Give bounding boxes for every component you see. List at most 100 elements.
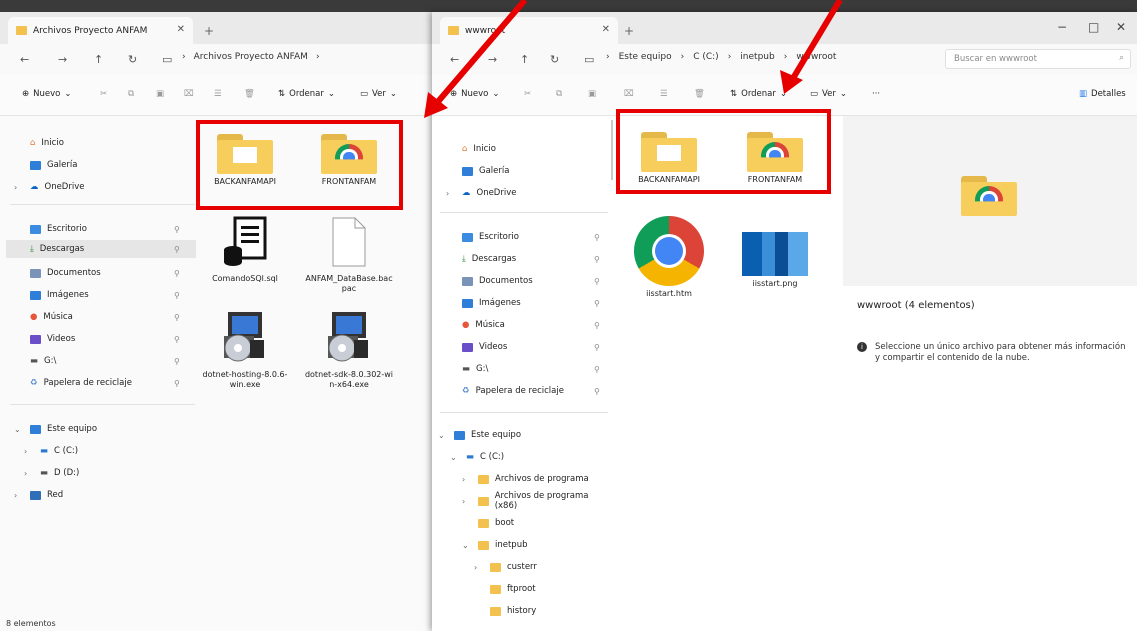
- more-options-button[interactable]: ···: [872, 89, 880, 99]
- nav-item-network[interactable]: › Red: [14, 488, 63, 502]
- new-button[interactable]: ⊕ Nuevo ⌄: [22, 89, 71, 99]
- delete-icon[interactable]: 🗑: [694, 89, 705, 99]
- close-tab-icon[interactable]: ✕: [177, 24, 185, 35]
- nav-item-gallery[interactable]: Galería: [446, 164, 509, 178]
- pin-icon[interactable]: ⚲: [594, 365, 600, 374]
- nav-item-boot[interactable]: boot: [462, 516, 514, 530]
- file-item-comandosql[interactable]: ComandoSQl.sql: [200, 216, 290, 284]
- nav-item-images[interactable]: Imágenes ⚲: [14, 288, 180, 302]
- nav-item-custerr[interactable]: › custerr: [474, 560, 537, 574]
- nav-item-c-drive[interactable]: › ▬ C (C:): [24, 444, 78, 458]
- nav-item-this-pc[interactable]: ⌄ Este equipo: [438, 428, 521, 442]
- sort-button[interactable]: ⇅ Ordenar ⌄: [278, 89, 335, 99]
- pin-icon[interactable]: ⚲: [594, 277, 600, 286]
- breadcrumb[interactable]: › Archivos Proyecto ANFAM ›: [182, 52, 320, 62]
- chevron-right-icon[interactable]: ›: [462, 497, 472, 506]
- file-item-dotnet-sdk[interactable]: dotnet-sdk-8.0.302-win-x64.exe: [304, 310, 394, 390]
- nav-item-program-files-x86[interactable]: › Archivos de programa (x86): [462, 491, 612, 511]
- chevron-right-icon[interactable]: ›: [474, 563, 484, 572]
- nav-item-downloads[interactable]: ⤓ Descargas ⚲: [6, 240, 196, 258]
- nav-item-images[interactable]: Imágenes ⚲: [446, 296, 600, 310]
- chevron-right-icon[interactable]: ›: [14, 183, 24, 192]
- pin-icon[interactable]: ⚲: [174, 313, 180, 322]
- chevron-down-icon[interactable]: ⌄: [450, 453, 460, 462]
- breadcrumb[interactable]: › Este equipo › C (C:) › inetpub › wwwro…: [606, 52, 836, 62]
- nav-item-documents[interactable]: Documentos ⚲: [446, 274, 600, 288]
- file-item-bacpac[interactable]: ANFAM_DataBase.bacpac: [304, 216, 394, 294]
- cut-icon[interactable]: ✂: [524, 89, 531, 99]
- share-icon[interactable]: ☰: [660, 89, 668, 99]
- nav-item-program-files[interactable]: › Archivos de programa: [462, 472, 589, 486]
- pin-icon[interactable]: ⚲: [594, 255, 600, 264]
- up-icon[interactable]: ↑: [94, 53, 103, 66]
- nav-item-gallery[interactable]: Galería: [14, 158, 77, 172]
- back-icon[interactable]: ←: [450, 53, 459, 66]
- nav-item-this-pc[interactable]: ⌄ Este equipo: [14, 422, 97, 436]
- pane-scrollbar[interactable]: [611, 120, 613, 180]
- paste-icon[interactable]: ▣: [588, 89, 596, 99]
- maximize-icon[interactable]: □: [1088, 20, 1099, 34]
- nav-item-recycle-bin[interactable]: ♻ Papelera de reciclaje ⚲: [446, 384, 600, 398]
- nav-item-g-drive[interactable]: ▬ G:\ ⚲: [14, 354, 180, 368]
- chevron-right-icon[interactable]: ›: [24, 447, 34, 456]
- pin-icon[interactable]: ⚲: [174, 225, 180, 234]
- view-button[interactable]: ▭ Ver ⌄: [360, 89, 397, 99]
- new-tab-icon[interactable]: +: [624, 24, 634, 38]
- pin-icon[interactable]: ⚲: [174, 269, 180, 278]
- chevron-right-icon[interactable]: ›: [24, 469, 34, 478]
- back-icon[interactable]: ←: [20, 53, 29, 66]
- pin-icon[interactable]: ⚲: [174, 379, 180, 388]
- nav-item-music[interactable]: ● Música ⚲: [446, 318, 600, 332]
- tab-wwwroot[interactable]: wwwroot ✕: [440, 17, 618, 44]
- chevron-right-icon[interactable]: ›: [14, 491, 24, 500]
- share-icon[interactable]: ☰: [214, 89, 222, 99]
- up-icon[interactable]: ↑: [520, 53, 529, 66]
- chevron-down-icon[interactable]: ⌄: [14, 425, 24, 434]
- nav-item-home[interactable]: ⌂ Inicio: [14, 136, 64, 150]
- nav-item-home[interactable]: ⌂ Inicio: [446, 142, 496, 156]
- pin-icon[interactable]: ⚲: [594, 343, 600, 352]
- nav-item-ftproot[interactable]: ftproot: [474, 582, 536, 596]
- copy-icon[interactable]: ⧉: [128, 89, 134, 99]
- rename-icon[interactable]: ⌧: [184, 89, 194, 99]
- nav-item-recycle-bin[interactable]: ♻ Papelera de reciclaje ⚲: [14, 376, 180, 390]
- sort-button[interactable]: ⇅ Ordenar ⌄: [730, 89, 787, 99]
- nav-item-onedrive[interactable]: › ☁ OneDrive: [14, 180, 84, 194]
- pin-icon[interactable]: ⚲: [174, 357, 180, 366]
- breadcrumb-item[interactable]: inetpub: [740, 52, 774, 62]
- nav-item-g-drive[interactable]: ▬ G:\ ⚲: [446, 362, 600, 376]
- search-input[interactable]: Buscar en wwwroot ⌕: [945, 49, 1131, 69]
- pin-icon[interactable]: ⚲: [594, 299, 600, 308]
- delete-icon[interactable]: 🗑: [244, 89, 255, 99]
- nav-item-desktop[interactable]: Escritorio ⚲: [14, 222, 180, 236]
- minimize-icon[interactable]: −: [1057, 20, 1067, 34]
- nav-item-music[interactable]: ● Música ⚲: [14, 310, 180, 324]
- chevron-right-icon[interactable]: ›: [446, 189, 456, 198]
- new-button[interactable]: ⊕ Nuevo ⌄: [450, 89, 499, 99]
- nav-item-inetpub[interactable]: ⌄ inetpub: [462, 538, 528, 552]
- cut-icon[interactable]: ✂: [100, 89, 107, 99]
- pin-icon[interactable]: ⚲: [594, 387, 600, 396]
- new-tab-icon[interactable]: +: [204, 24, 214, 38]
- nav-item-desktop[interactable]: Escritorio ⚲: [446, 230, 600, 244]
- pin-icon[interactable]: ⚲: [174, 291, 180, 300]
- nav-item-c-drive[interactable]: ⌄ ▬ C (C:): [450, 450, 504, 464]
- nav-item-history[interactable]: history: [474, 604, 536, 618]
- nav-item-videos[interactable]: Videos ⚲: [14, 332, 180, 346]
- nav-item-documents[interactable]: Documentos ⚲: [14, 266, 180, 280]
- pin-icon[interactable]: ⚲: [594, 233, 600, 242]
- forward-icon[interactable]: →: [58, 53, 67, 66]
- pin-icon[interactable]: ⚲: [174, 335, 180, 344]
- nav-item-downloads[interactable]: ⤓ Descargas ⚲: [446, 252, 600, 266]
- pin-icon[interactable]: ⚲: [174, 245, 180, 254]
- file-item-dotnet-hosting[interactable]: dotnet-hosting-8.0.6-win.exe: [200, 310, 290, 390]
- breadcrumb-item[interactable]: wwwroot: [796, 52, 836, 62]
- chevron-down-icon[interactable]: ⌄: [462, 541, 472, 550]
- breadcrumb-item[interactable]: C (C:): [693, 52, 718, 62]
- tab-archivos[interactable]: Archivos Proyecto ANFAM ✕: [8, 17, 193, 44]
- file-item-iisstart-htm[interactable]: iisstart.htm: [624, 216, 714, 299]
- chevron-right-icon[interactable]: ›: [462, 475, 472, 484]
- forward-icon[interactable]: →: [488, 53, 497, 66]
- file-item-iisstart-png[interactable]: iisstart.png: [730, 232, 820, 289]
- refresh-icon[interactable]: ↻: [550, 53, 559, 66]
